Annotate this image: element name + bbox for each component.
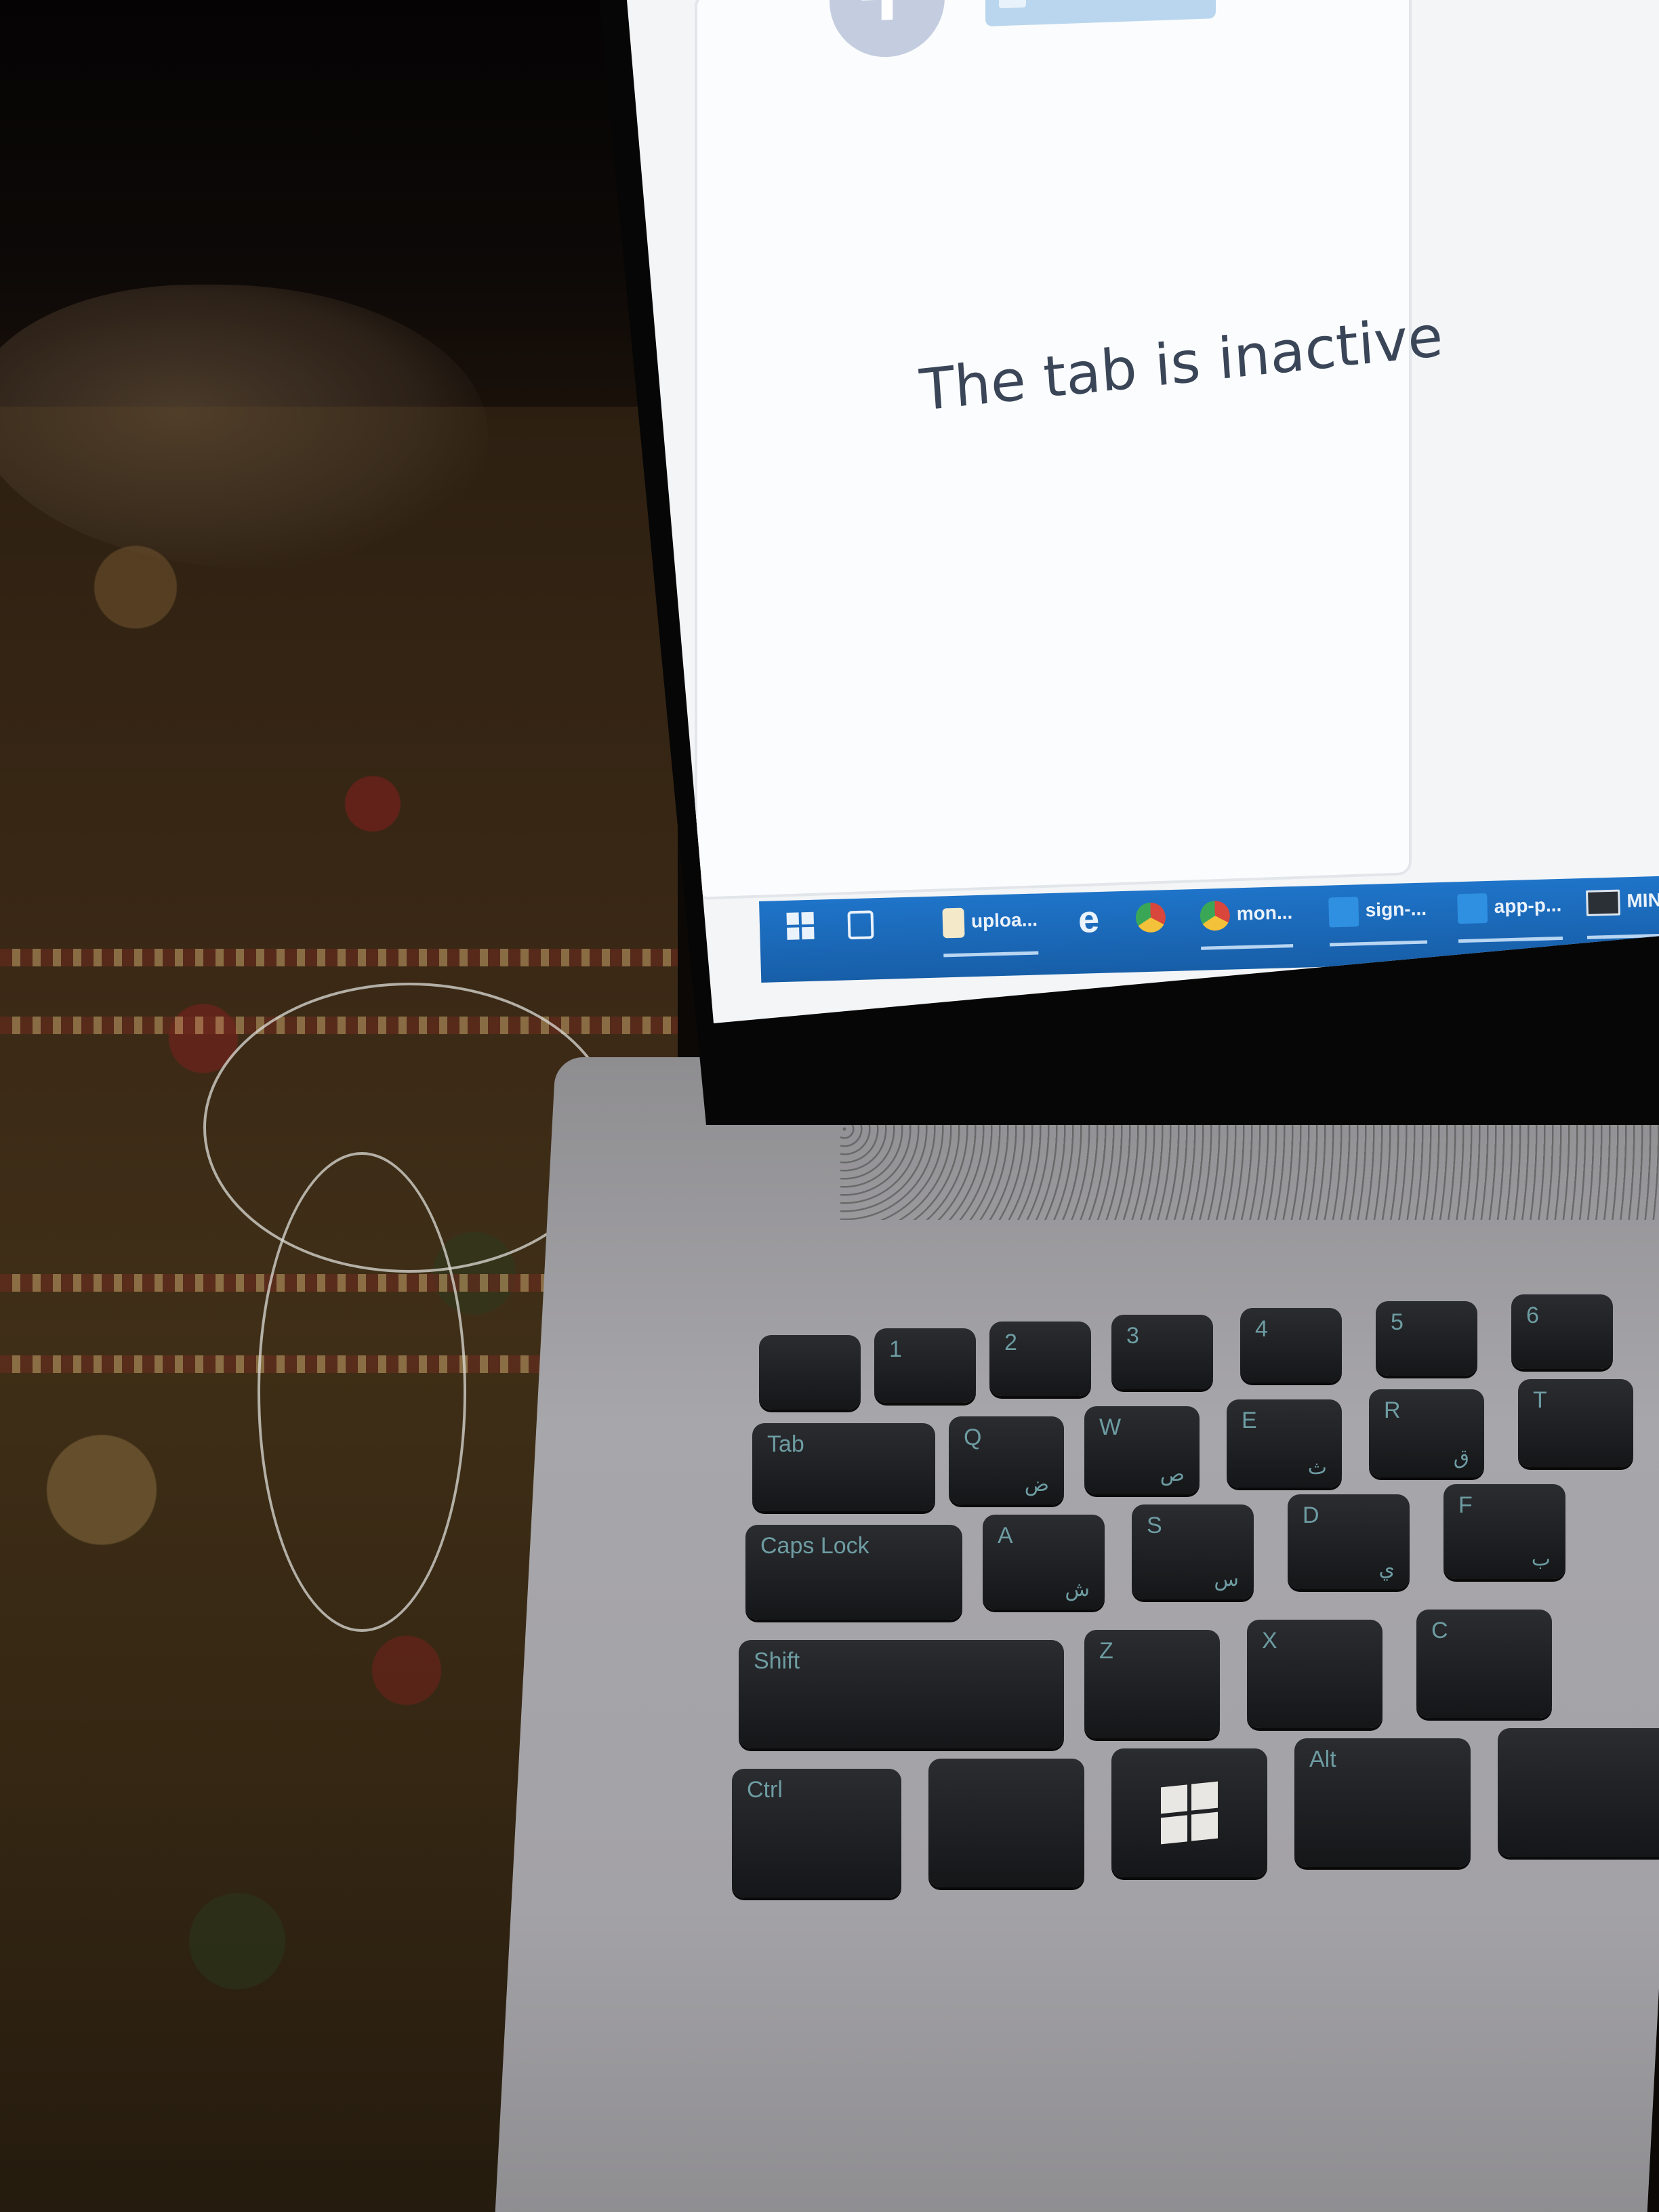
active-indicator <box>1458 936 1563 943</box>
speaker-grille <box>840 1125 1659 1220</box>
laptop-display: + The tab is inactive uploa... e <box>627 0 1659 1023</box>
key-a[interactable]: Aش <box>983 1515 1105 1610</box>
key-3[interactable]: 3 <box>1111 1315 1213 1389</box>
file-icon <box>942 907 965 939</box>
key-backtick[interactable] <box>759 1335 861 1410</box>
upload-icon <box>999 0 1026 9</box>
add-icon[interactable]: + <box>830 0 945 60</box>
key-alt[interactable]: Alt <box>1294 1738 1471 1867</box>
key-tab[interactable]: Tab <box>752 1423 935 1511</box>
key-caps-lock[interactable]: Caps Lock <box>745 1525 962 1620</box>
vscode-icon <box>1457 893 1488 924</box>
select-button[interactable] <box>985 0 1216 27</box>
windows-logo-icon <box>1161 1781 1218 1845</box>
key-w[interactable]: Wص <box>1084 1406 1200 1494</box>
key-s[interactable]: Sس <box>1132 1504 1254 1599</box>
key-4[interactable]: 4 <box>1240 1308 1342 1382</box>
task-view-icon <box>847 910 874 940</box>
active-indicator <box>1201 944 1294 950</box>
vscode-icon <box>1328 897 1359 928</box>
taskbar-item-mongo[interactable]: mon... <box>1200 899 1294 950</box>
inactive-tab-message: The tab is inactive <box>918 302 1446 424</box>
content-card: + The tab is inactive <box>695 0 1445 900</box>
key-fn[interactable] <box>928 1759 1084 1887</box>
key-shift[interactable]: Shift <box>739 1640 1064 1748</box>
key-5[interactable]: 5 <box>1376 1301 1477 1376</box>
start-button[interactable] <box>786 912 815 958</box>
key-d[interactable]: Dي <box>1288 1494 1410 1589</box>
key-c[interactable]: C <box>1416 1610 1552 1718</box>
taskbar-item-min[interactable]: MIN... <box>1586 888 1659 939</box>
keyboard: 1 2 3 4 5 6 Tab Qض Wص Eث Rق T Caps Lock … <box>732 1233 1659 1965</box>
key-e[interactable]: Eث <box>1227 1399 1342 1488</box>
chrome-icon <box>1135 902 1166 933</box>
task-view-button[interactable] <box>847 910 881 956</box>
key-t[interactable]: T <box>1518 1379 1633 1467</box>
taskbar-item-sign[interactable]: sign-... <box>1328 895 1428 947</box>
key-space[interactable] <box>1498 1728 1659 1857</box>
key-6[interactable]: 6 <box>1511 1294 1613 1369</box>
chrome-icon <box>1200 900 1231 931</box>
key-ctrl[interactable]: Ctrl <box>732 1769 901 1898</box>
key-f[interactable]: Fب <box>1443 1484 1565 1579</box>
taskbar-item-edge[interactable]: e <box>1078 897 1115 949</box>
taskbar-item-chrome[interactable] <box>1135 902 1173 947</box>
taskbar-item-app[interactable]: app-p... <box>1457 891 1563 943</box>
edge-icon: e <box>1078 897 1100 941</box>
active-indicator <box>943 951 1039 958</box>
blanket-border-stripe <box>0 949 678 966</box>
key-1[interactable]: 1 <box>874 1328 976 1403</box>
photo-scene: 1 2 3 4 5 6 Tab Qض Wص Eث Rق T Caps Lock … <box>0 0 1659 2212</box>
key-2[interactable]: 2 <box>989 1322 1091 1396</box>
taskbar-item-upload[interactable]: uploa... <box>942 906 1039 958</box>
key-r[interactable]: Rق <box>1369 1389 1484 1477</box>
key-windows[interactable] <box>1111 1748 1267 1877</box>
earphone-cable <box>258 1152 466 1632</box>
key-q[interactable]: Qض <box>949 1416 1064 1504</box>
key-x[interactable]: X <box>1247 1620 1382 1728</box>
window-icon <box>1586 889 1621 916</box>
active-indicator <box>1330 940 1428 947</box>
key-z[interactable]: Z <box>1084 1630 1220 1738</box>
windows-start-icon <box>786 912 815 940</box>
